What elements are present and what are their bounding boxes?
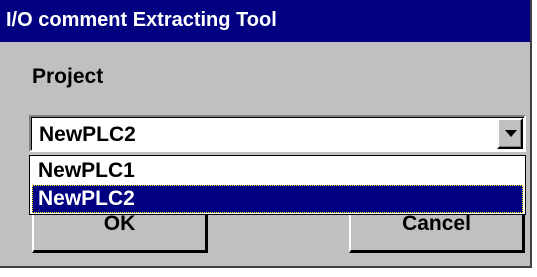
project-label: Project	[32, 65, 104, 88]
project-combobox-value: NewPLC2	[39, 123, 136, 146]
chevron-down-icon	[505, 130, 517, 137]
dropdown-option-newplc2[interactable]: NewPLC2	[32, 185, 523, 213]
dialog-window: I/O comment Extracting Tool Project NewP…	[0, 0, 532, 268]
title-bar[interactable]: I/O comment Extracting Tool	[0, 0, 530, 42]
dropdown-button[interactable]	[497, 118, 523, 149]
project-dropdown-list: NewPLC1 NewPLC2	[29, 155, 526, 215]
project-combobox[interactable]: NewPLC2	[29, 115, 526, 152]
window-title: I/O comment Extracting Tool	[6, 9, 277, 31]
dropdown-option-newplc1[interactable]: NewPLC1	[32, 157, 523, 185]
